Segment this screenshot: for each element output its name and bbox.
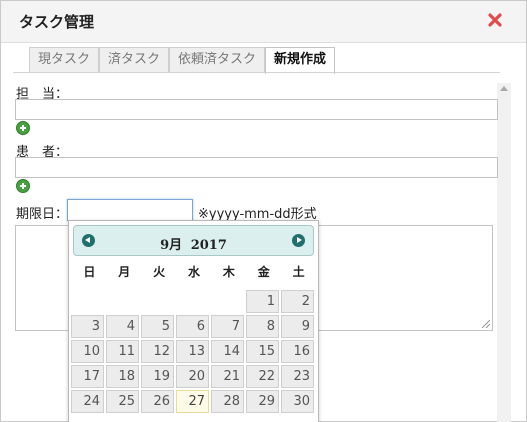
resize-handle-icon[interactable] [482, 320, 490, 328]
weekday-label: 土 [292, 265, 305, 279]
tab-requested-tasks[interactable]: 依頼済タスク [169, 47, 266, 73]
due-date-input[interactable] [67, 199, 193, 221]
patient-field[interactable] [15, 157, 498, 178]
calendar-day [71, 290, 104, 313]
calendar-day[interactable]: 20 [176, 365, 209, 388]
scroll-up-arrow-icon[interactable] [500, 86, 508, 91]
calendar-day[interactable]: 9 [281, 315, 314, 338]
calendar-day[interactable]: 25 [106, 390, 139, 413]
calendar-week: 3 4 5 6 7 8 9 [71, 315, 317, 339]
tab-bar: 現タスク 済タスク 依頼済タスク 新規作成 [29, 47, 336, 74]
calendar-day [106, 290, 139, 313]
calendar-day[interactable]: 6 [176, 315, 209, 338]
calendar-day[interactable]: 29 [246, 390, 279, 413]
task-dialog: タスク管理 現タスク 済タスク 依頼済タスク 新規作成 担 当： 患 者： 期限… [0, 0, 527, 422]
calendar-day[interactable]: 24 [71, 390, 104, 413]
calendar-day[interactable]: 10 [71, 340, 104, 363]
calendar-day[interactable]: 4 [106, 315, 139, 338]
calendar-day [211, 290, 244, 313]
assignee-field[interactable] [15, 99, 498, 120]
calendar-day[interactable]: 13 [176, 340, 209, 363]
dialog-titlebar: タスク管理 [1, 1, 526, 43]
calendar-week: 1 2 [71, 290, 317, 314]
due-date-label: 期限日： [16, 207, 69, 222]
calendar-day[interactable]: 18 [106, 365, 139, 388]
calendar-day [141, 290, 174, 313]
tab-new[interactable]: 新規作成 [265, 47, 336, 74]
weekday-label: 日 [83, 265, 96, 279]
calendar-day[interactable]: 28 [211, 390, 244, 413]
tab-done-tasks[interactable]: 済タスク [99, 47, 170, 73]
calendar-day[interactable]: 8 [246, 315, 279, 338]
weekday-label: 火 [153, 265, 166, 279]
calendar-day[interactable]: 12 [141, 340, 174, 363]
vertical-scrollbar[interactable] [497, 83, 511, 422]
datepicker-header: 9月 2017 [73, 225, 314, 256]
calendar-day[interactable]: 30 [281, 390, 314, 413]
calendar-day[interactable]: 3 [71, 315, 104, 338]
calendar-day [176, 290, 209, 313]
calendar-day[interactable]: 21 [211, 365, 244, 388]
datepicker-popup: 9月 2017 日 月 火 水 木 金 土 1 2 3 4 5 6 7 8 9 … [68, 220, 319, 422]
calendar-day[interactable]: 26 [141, 390, 174, 413]
calendar-day[interactable]: 23 [281, 365, 314, 388]
calendar-week: 10 11 12 13 14 15 16 [71, 340, 317, 364]
calendar-day[interactable]: 22 [246, 365, 279, 388]
calendar-week: 24 25 26 27 28 29 30 [71, 390, 317, 414]
tab-divider [13, 72, 500, 73]
calendar-day[interactable]: 15 [246, 340, 279, 363]
calendar-day[interactable]: 16 [281, 340, 314, 363]
calendar-day[interactable]: 11 [106, 340, 139, 363]
calendar-day[interactable]: 5 [141, 315, 174, 338]
calendar-day[interactable]: 17 [71, 365, 104, 388]
add-patient-icon[interactable] [16, 179, 30, 193]
weekday-header: 日 月 火 水 木 金 土 [72, 263, 316, 281]
calendar-day[interactable]: 1 [246, 290, 279, 313]
weekday-label: 金 [257, 265, 270, 279]
weekday-label: 木 [222, 265, 235, 279]
datepicker-title: 9月 2017 [74, 234, 313, 253]
datepicker-year: 2017 [190, 238, 227, 253]
close-icon[interactable] [486, 11, 504, 29]
calendar-day[interactable]: 27 [176, 390, 209, 413]
calendar-day[interactable]: 2 [281, 290, 314, 313]
datepicker-month: 9月 [160, 238, 183, 253]
calendar-week: 17 18 19 20 21 22 23 [71, 365, 317, 389]
weekday-label: 月 [118, 265, 131, 279]
next-month-icon[interactable] [292, 234, 305, 247]
weekday-label: 水 [188, 265, 201, 279]
dialog-title: タスク管理 [19, 13, 95, 31]
calendar-day[interactable]: 19 [141, 365, 174, 388]
add-assignee-icon[interactable] [16, 121, 30, 135]
calendar-grid: 1 2 3 4 5 6 7 8 9 10 11 12 13 14 15 16 1… [71, 290, 317, 415]
calendar-day[interactable]: 14 [211, 340, 244, 363]
tab-current-tasks[interactable]: 現タスク [29, 47, 100, 73]
calendar-day[interactable]: 7 [211, 315, 244, 338]
